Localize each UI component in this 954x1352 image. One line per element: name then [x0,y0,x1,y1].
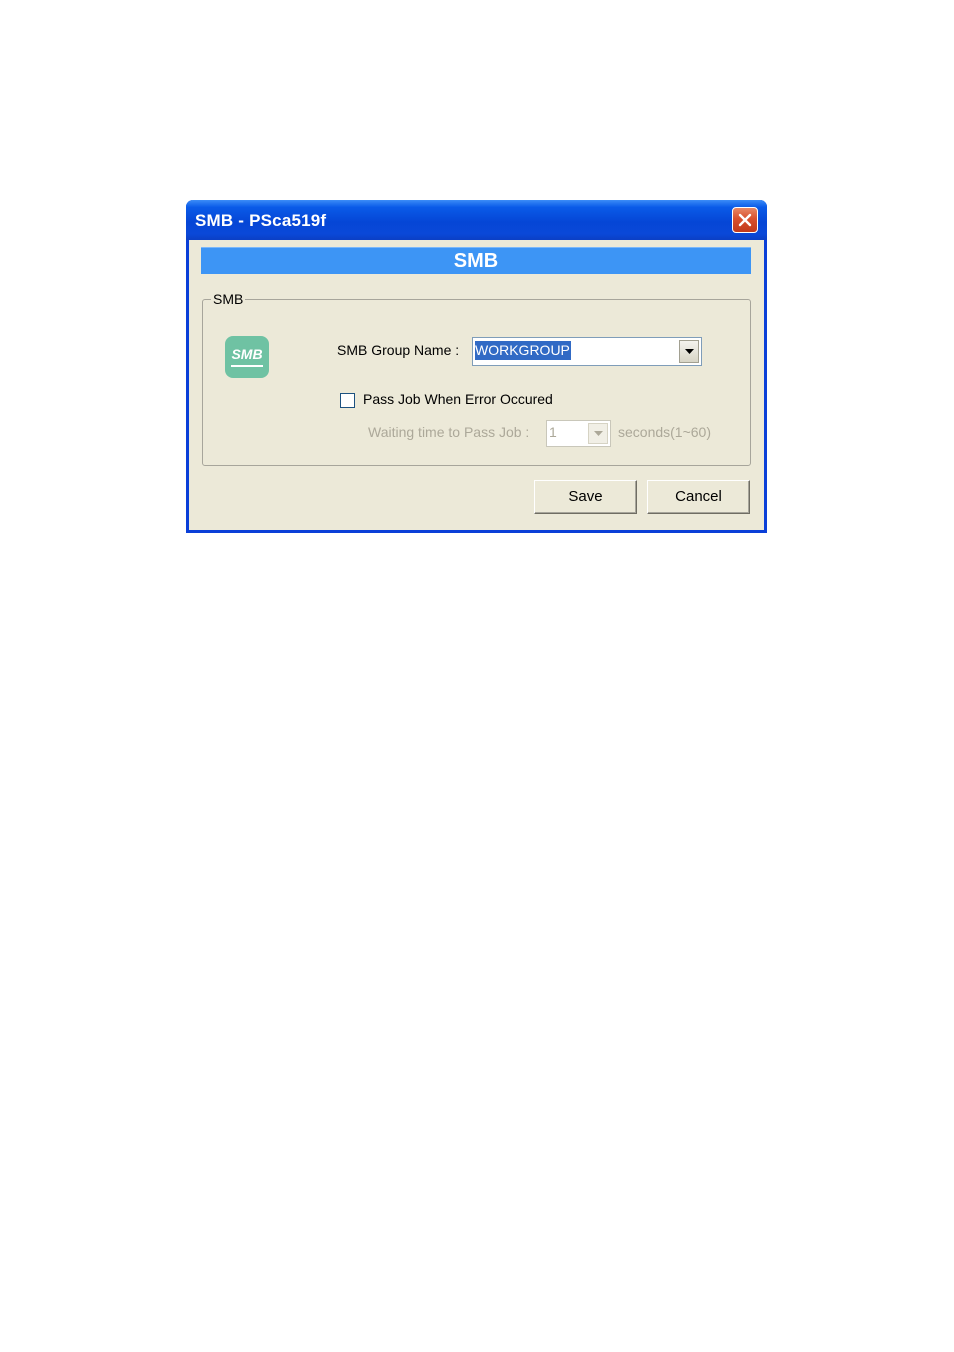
group-name-label: SMB Group Name : [337,342,460,358]
close-button[interactable] [732,207,758,233]
waiting-time-combobox[interactable]: 1 [546,420,611,447]
chevron-down-icon [594,431,603,436]
pass-job-label[interactable]: Pass Job When Error Occured [363,391,553,407]
smb-logo-text: SMB [231,346,263,362]
group-legend: SMB [211,291,246,307]
pass-job-checkbox[interactable] [340,393,355,408]
title-bar[interactable]: SMB - PSca519f [186,200,767,240]
smb-group-box: SMB SMB SMB Group Name : WORKGROUP Pass … [202,291,751,466]
cancel-button[interactable]: Cancel [647,480,750,514]
close-icon [738,213,752,227]
waiting-time-unit: seconds(1~60) [618,424,712,440]
smb-logo-icon: SMB [225,336,269,378]
smb-dialog: SMB - PSca519f SMB SMB SMB SMB Group Nam… [186,200,767,533]
window-title: SMB - PSca519f [195,211,327,230]
waiting-time-label: Waiting time to Pass Job : [368,424,530,440]
chevron-down-icon [685,349,694,354]
group-name-value[interactable]: WORKGROUP [475,341,571,360]
smb-logo-underline [231,365,263,367]
waiting-time-value[interactable]: 1 [549,423,557,442]
group-name-dropdown-button[interactable] [679,340,699,363]
group-name-combobox[interactable]: WORKGROUP [472,337,702,366]
save-button[interactable]: Save [534,480,637,514]
banner-title: SMB [453,250,499,272]
waiting-time-dropdown-button[interactable] [588,423,608,444]
section-banner: SMB [201,247,751,274]
